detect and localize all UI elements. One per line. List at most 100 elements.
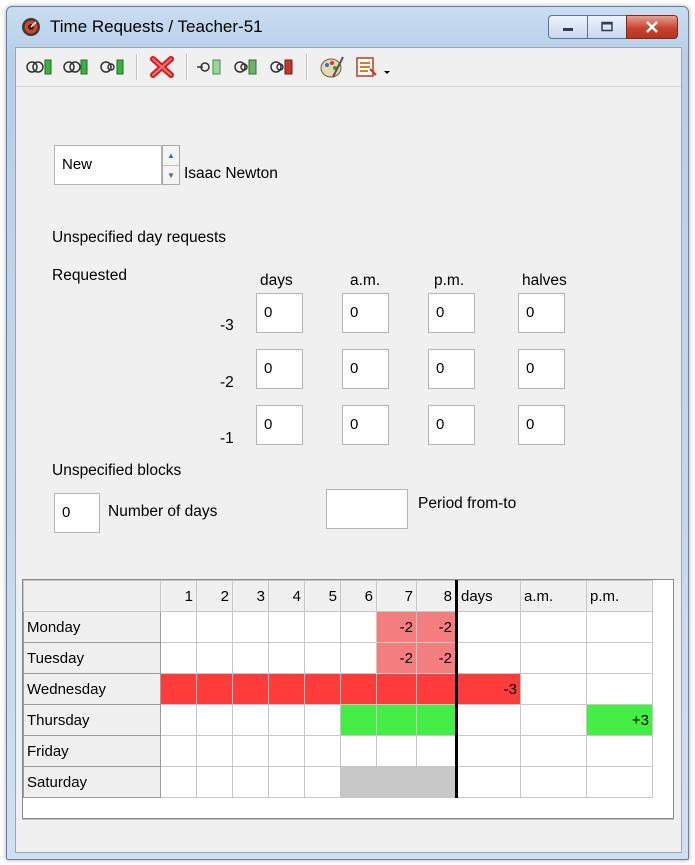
grid-cell-days[interactable]: [455, 766, 521, 798]
tb-list-button[interactable]: [352, 54, 380, 80]
grid-cell[interactable]: [340, 642, 377, 674]
grid-cell-pm[interactable]: [586, 735, 653, 767]
period-from-to-input[interactable]: [326, 489, 408, 529]
grid-cell[interactable]: [416, 766, 457, 798]
grid-cell-pm[interactable]: +3: [586, 704, 653, 736]
grid-cell-am[interactable]: [520, 673, 587, 705]
period-header[interactable]: 8: [416, 580, 457, 612]
grid-cell[interactable]: [304, 611, 341, 643]
grid-cell[interactable]: [232, 642, 269, 674]
grid-cell[interactable]: [376, 766, 417, 798]
grid-cell[interactable]: [268, 704, 305, 736]
req-minus3-days[interactable]: 0: [256, 293, 303, 333]
tb-move-left-button[interactable]: [194, 54, 226, 80]
grid-cell[interactable]: [416, 673, 457, 705]
grid-cell[interactable]: [340, 611, 377, 643]
day-label[interactable]: Saturday: [23, 766, 161, 798]
tb-palette-button[interactable]: [316, 54, 348, 80]
tb-single-arrow-button[interactable]: [96, 54, 128, 80]
selector-spinner[interactable]: ▲ ▼: [162, 145, 180, 185]
tb-rooms-arrow-button[interactable]: [24, 54, 56, 80]
grid-cell[interactable]: [376, 735, 417, 767]
grid-cell[interactable]: [376, 704, 417, 736]
req-minus1-days[interactable]: 0: [256, 405, 303, 445]
tb-delete-button[interactable]: [146, 54, 178, 80]
grid-cell-pm[interactable]: [586, 611, 653, 643]
grid-cell-days[interactable]: [455, 642, 521, 674]
period-header[interactable]: 2: [196, 580, 233, 612]
grid-cell[interactable]: [340, 673, 377, 705]
selector-input[interactable]: New: [54, 145, 162, 185]
grid-cell[interactable]: [340, 704, 377, 736]
close-button[interactable]: [626, 15, 678, 39]
minimize-button[interactable]: [548, 15, 588, 39]
grid-cell[interactable]: [196, 611, 233, 643]
am-header[interactable]: a.m.: [520, 580, 587, 612]
grid-cell-pm[interactable]: [586, 642, 653, 674]
grid-cell[interactable]: [160, 766, 197, 798]
grid-cell[interactable]: [196, 642, 233, 674]
req-minus1-pm[interactable]: 0: [428, 405, 475, 445]
grid-cell[interactable]: [232, 735, 269, 767]
grid-cell[interactable]: -2: [376, 611, 417, 643]
grid-cell[interactable]: [376, 673, 417, 705]
req-minus3-am[interactable]: 0: [342, 293, 389, 333]
grid-cell[interactable]: -2: [416, 642, 457, 674]
grid-cell[interactable]: [160, 735, 197, 767]
period-header[interactable]: 1: [160, 580, 197, 612]
grid-cell[interactable]: -2: [416, 611, 457, 643]
grid-cell[interactable]: [196, 735, 233, 767]
req-minus2-days[interactable]: 0: [256, 349, 303, 389]
req-minus1-am[interactable]: 0: [342, 405, 389, 445]
grid-cell[interactable]: [340, 735, 377, 767]
grid-cell[interactable]: -2: [376, 642, 417, 674]
tb-move-left2-button[interactable]: [230, 54, 262, 80]
grid-cell[interactable]: [304, 735, 341, 767]
period-header[interactable]: 3: [232, 580, 269, 612]
grid-cell[interactable]: [160, 704, 197, 736]
period-header[interactable]: 5: [304, 580, 341, 612]
period-header[interactable]: 6: [340, 580, 377, 612]
req-minus2-halves[interactable]: 0: [518, 349, 565, 389]
grid-cell[interactable]: [232, 704, 269, 736]
req-minus3-halves[interactable]: 0: [518, 293, 565, 333]
grid-cell[interactable]: [268, 611, 305, 643]
grid-cell[interactable]: [304, 673, 341, 705]
grid-cell-pm[interactable]: [586, 673, 653, 705]
title-bar[interactable]: Time Requests / Teacher-51: [7, 7, 688, 47]
day-label[interactable]: Thursday: [23, 704, 161, 736]
grid-cell[interactable]: [268, 642, 305, 674]
period-header[interactable]: 7: [376, 580, 417, 612]
grid-cell[interactable]: [416, 735, 457, 767]
grid-cell[interactable]: [160, 611, 197, 643]
grid-cell[interactable]: [416, 704, 457, 736]
grid-cell-pm[interactable]: [586, 766, 653, 798]
day-label[interactable]: Tuesday: [23, 642, 161, 674]
req-minus2-am[interactable]: 0: [342, 349, 389, 389]
grid-cell[interactable]: [268, 673, 305, 705]
pm-header[interactable]: p.m.: [586, 580, 653, 612]
tb-move-left3-button[interactable]: [266, 54, 298, 80]
grid-cell[interactable]: [196, 766, 233, 798]
req-minus2-pm[interactable]: 0: [428, 349, 475, 389]
grid-cell-am[interactable]: [520, 704, 587, 736]
grid-cell[interactable]: [232, 611, 269, 643]
day-label[interactable]: Friday: [23, 735, 161, 767]
maximize-button[interactable]: [587, 15, 627, 39]
days-header[interactable]: days: [455, 580, 521, 612]
grid-cell[interactable]: [196, 704, 233, 736]
grid-cell[interactable]: [340, 766, 377, 798]
grid-cell[interactable]: [160, 642, 197, 674]
number-of-days-input[interactable]: 0: [54, 493, 100, 533]
grid-cell-am[interactable]: [520, 642, 587, 674]
grid-cell-am[interactable]: [520, 735, 587, 767]
tb-double-arrow-button[interactable]: [60, 54, 92, 80]
grid-cell[interactable]: [268, 766, 305, 798]
spin-down-icon[interactable]: ▼: [163, 166, 179, 185]
grid-cell-days[interactable]: -3: [455, 673, 521, 705]
grid-cell[interactable]: [304, 766, 341, 798]
grid-cell[interactable]: [304, 704, 341, 736]
req-minus3-pm[interactable]: 0: [428, 293, 475, 333]
spin-up-icon[interactable]: ▲: [163, 146, 179, 166]
period-header[interactable]: 4: [268, 580, 305, 612]
